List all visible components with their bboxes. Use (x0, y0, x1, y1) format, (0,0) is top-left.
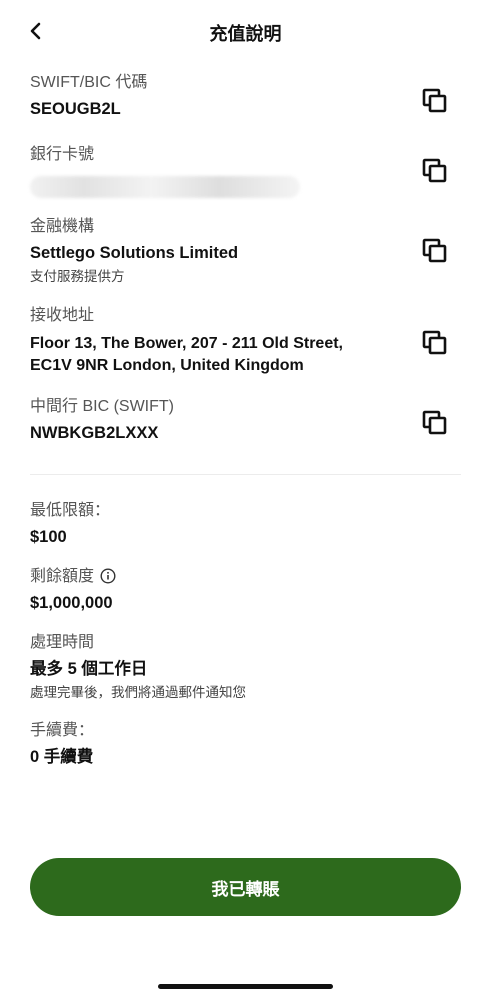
intermediary-bic-value: NWBKGB2LXXX (30, 424, 159, 442)
institution-sub: 支付服務提供方 (30, 269, 125, 284)
processing-time-value: 最多 5 個工作日 (30, 660, 148, 678)
address-line1: Floor 13, The Bower, 207 - 211 Old Stree… (30, 335, 343, 352)
institution-value: Settlego Solutions Limited (30, 244, 239, 262)
remaining-quota-label: 剩餘額度 (30, 568, 95, 585)
intermediary-bic-label: 中間行 BIC (SWIFT) (30, 398, 174, 415)
copy-icon (422, 238, 447, 263)
copy-institution-button[interactable] (420, 236, 450, 266)
intermediary-bic-field: 中間行 BIC (SWIFT) NWBKGB2LXXX (30, 396, 390, 444)
copy-icon (422, 158, 447, 183)
swift-bic-label: SWIFT/BIC 代碼 (30, 74, 148, 91)
address-field: 接收地址 Floor 13, The Bower, 207 - 211 Old … (30, 305, 405, 377)
fee-field: 手續費： 0 手續費 (30, 720, 390, 768)
transferred-button[interactable]: 我已轉賬 (30, 858, 461, 916)
copy-swift-bic-button[interactable] (420, 86, 450, 116)
section-divider (30, 474, 461, 475)
processing-time-label: 處理時間 (30, 634, 95, 651)
address-label: 接收地址 (30, 307, 95, 324)
swift-bic-value: SEOUGB2L (30, 100, 121, 118)
remaining-quota-value: $1,000,000 (30, 594, 113, 612)
institution-field: 金融機構 Settlego Solutions Limited 支付服務提供方 (30, 216, 390, 286)
min-limit-label: 最低限額： (30, 502, 111, 519)
copy-address-button[interactable] (420, 328, 450, 358)
min-limit-value: $100 (30, 528, 67, 546)
copy-icon (422, 410, 447, 435)
page-title: 充值說明 (209, 24, 282, 44)
info-icon[interactable] (100, 568, 116, 584)
processing-time-note: 處理完畢後，我們將通過郵件通知您 (30, 685, 246, 700)
processing-time-field: 處理時間 最多 5 個工作日 處理完畢後，我們將通過郵件通知您 (30, 632, 390, 702)
swift-bic-field: SWIFT/BIC 代碼 SEOUGB2L (30, 72, 390, 120)
card-number-redacted (30, 176, 300, 198)
copy-intermediary-bic-button[interactable] (420, 408, 450, 438)
remaining-quota-label-row: 剩餘額度 (30, 566, 390, 588)
copy-icon (422, 88, 447, 113)
header: 充值說明 (0, 0, 491, 62)
address-line2: EC1V 9NR London, United Kingdom (30, 357, 304, 374)
remaining-quota-field: 剩餘額度 $1,000,000 (30, 566, 390, 614)
card-number-label: 銀行卡號 (30, 146, 95, 163)
copy-icon (422, 330, 447, 355)
institution-label: 金融機構 (30, 218, 95, 235)
home-indicator (158, 984, 333, 989)
copy-card-number-button[interactable] (420, 156, 450, 186)
min-limit-field: 最低限額： $100 (30, 500, 390, 548)
fee-label: 手續費： (30, 722, 95, 739)
fee-value: 0 手續費 (30, 748, 94, 766)
card-number-field: 銀行卡號 (30, 144, 390, 198)
